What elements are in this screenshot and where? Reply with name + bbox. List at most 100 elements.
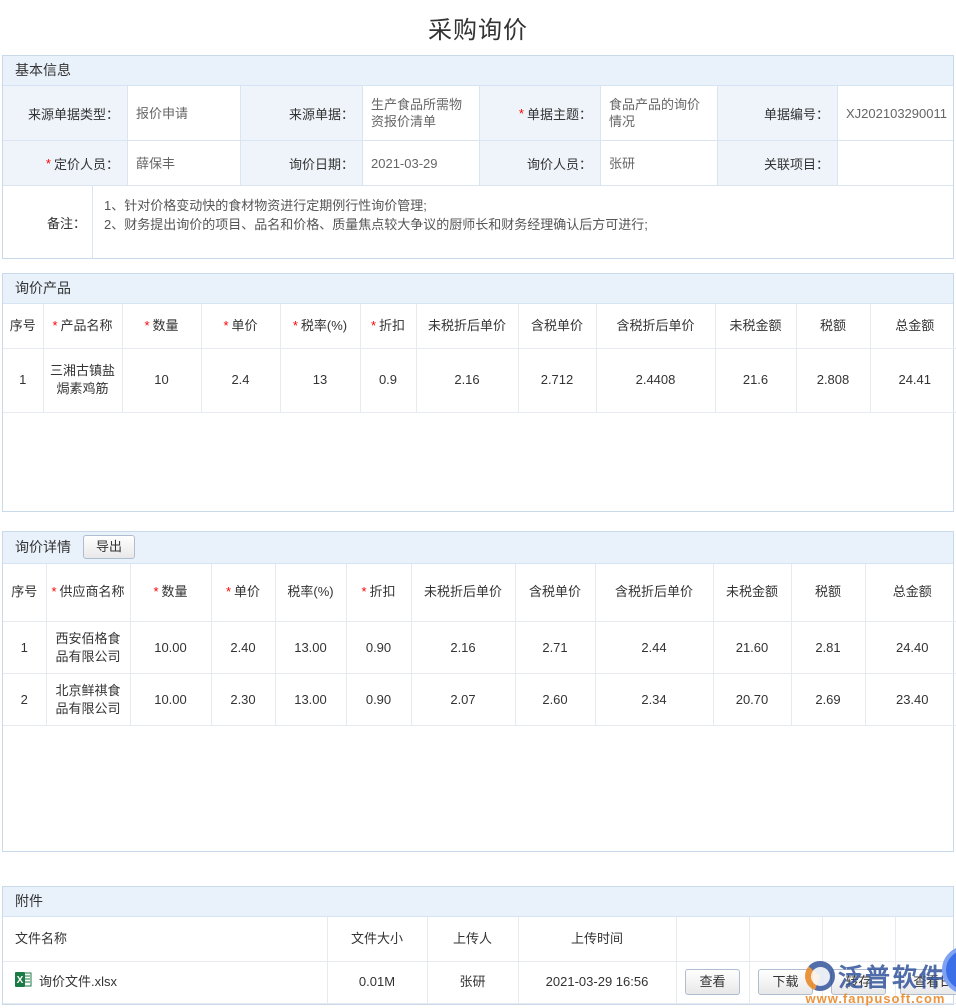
cell: 10.00 [130,622,211,674]
table-row: 1西安佰格食品有限公司10.002.4013.000.902.162.712.4… [3,622,956,674]
column-header: 含税折后单价 [596,304,715,348]
column-header: 总金额 [870,304,956,348]
column-header: 含税单价 [515,564,595,622]
required-asterisk: * [52,318,57,333]
header-row: 序号*供应商名称*数量*单价税率(%)*折扣未税折后单价含税单价含税折后单价未税… [3,564,956,622]
cell: 21.6 [715,348,796,412]
table-row: 1三湘古镇盐焗素鸡筋102.4130.92.162.7122.440821.62… [3,348,956,412]
basic-info-section-title: 基本信息 [3,56,953,86]
cell: 23.40 [865,674,956,726]
cell: 13.00 [275,674,346,726]
file-size-cell: 0.01M [327,961,427,1003]
view-button[interactable]: 查看 [685,969,739,995]
column-header: 上传人 [427,917,518,961]
column-header: *单价 [211,564,275,622]
column-header: *折扣 [360,304,416,348]
cell: 0.9 [360,348,416,412]
cell: 2.16 [411,622,515,674]
column-header: *单价 [201,304,280,348]
cell: 13 [280,348,360,412]
file-name-wrap: X 询价文件.xlsx [15,971,323,993]
cell: 西安佰格食品有限公司 [46,622,130,674]
svg-text:X: X [17,975,24,986]
field-label-5: 询价日期： [241,141,363,186]
column-header: 含税折后单价 [595,564,713,622]
field-label-6: 询价人员： [480,141,601,186]
export-button[interactable]: 导出 [83,535,135,559]
products-section-title: 询价产品 [3,274,953,304]
column-header: 税额 [791,564,865,622]
field-label-7: 关联项目： [718,141,838,186]
column-header: 总金额 [865,564,956,622]
header-row: 序号*产品名称*数量*单价*税率(%)*折扣未税折后单价含税单价含税折后单价未税… [3,304,956,348]
required-asterisk: * [144,318,149,333]
cell: 2.4 [201,348,280,412]
field-label-4: *定价人员： [3,141,128,186]
field-value-6: 张研 [601,141,718,186]
cell: 2.71 [515,622,595,674]
remark-line-1: 1、针对价格变动快的食材物资进行定期例行性询价管理; [104,196,945,215]
remark-line-2: 2、财务提出询价的项目、品名和价格、质量焦点较大争议的厨师长和财务经理确认后方可… [104,215,945,234]
cell: 13.00 [275,622,346,674]
cell: 21.60 [713,622,791,674]
cell: 北京鲜祺食品有限公司 [46,674,130,726]
cell: 2.808 [796,348,870,412]
cell: 三湘古镇盐焗素鸡筋 [43,348,122,412]
cell: 2.30 [211,674,275,726]
cell: 2.4408 [596,348,715,412]
column-header: 文件名称 [3,917,327,961]
field-value-1: 生产食品所需物资报价清单 [363,86,480,141]
cell: 2.81 [791,622,865,674]
field-value-2: 食品产品的询价情况 [601,86,718,141]
cell: 24.40 [865,622,956,674]
upload-time-cell: 2021-03-29 16:56 [518,961,676,1003]
column-header: 未税折后单价 [416,304,518,348]
required-asterisk: * [153,584,158,599]
field-value-5: 2021-03-29 [363,141,480,186]
field-label-0: 来源单据类型： [3,86,128,141]
excel-icon: X [15,971,32,993]
cell: 2.60 [515,674,595,726]
basic-info-panel: 基本信息 来源单据类型：报价申请来源单据：生产食品所需物资报价清单*单据主题：食… [2,55,954,259]
column-header: 未税金额 [715,304,796,348]
column-header: 税率(%) [275,564,346,622]
products-empty-area [3,413,953,511]
products-table: 序号*产品名称*数量*单价*税率(%)*折扣未税折后单价含税单价含税折后单价未税… [3,304,956,413]
details-section-header: 询价详情 导出 [3,532,953,564]
column-header: 序号 [3,304,43,348]
action-cell: 下载 [749,961,822,1003]
column-header [676,917,749,961]
cell: 1 [3,348,43,412]
inquiry-products-panel: 询价产品 序号*产品名称*数量*单价*税率(%)*折扣未税折后单价含税单价含税折… [2,273,954,512]
column-header: *折扣 [346,564,411,622]
column-header: 上传时间 [518,917,676,961]
field-label-2: *单据主题： [480,86,601,141]
page-title: 采购询价 [0,0,956,55]
required-asterisk: * [293,318,298,333]
download-button[interactable]: 下载 [758,969,812,995]
field-value-4: 薛保丰 [128,141,241,186]
remark-text: 1、针对价格变动快的食材物资进行定期例行性询价管理; 2、财务提出询价的项目、品… [93,186,953,258]
file-name: 询价文件.xlsx [39,973,117,991]
cell: 2.69 [791,674,865,726]
details-empty-area [3,726,953,851]
attachments-section-title: 附件 [3,887,953,917]
field-label-3: 单据编号： [718,86,838,141]
column-header: *数量 [130,564,211,622]
cell: 10 [122,348,201,412]
cell: 2.40 [211,622,275,674]
required-asterisk: * [361,584,366,599]
cell: 0.90 [346,622,411,674]
required-asterisk: * [51,584,56,599]
transfer-button[interactable]: 转存 [831,969,885,995]
column-header [822,917,895,961]
required-asterisk: * [223,318,228,333]
column-header: 未税折后单价 [411,564,515,622]
cell: 10.00 [130,674,211,726]
cell: 2.712 [518,348,596,412]
file-name-cell: X 询价文件.xlsx [3,961,327,1003]
field-label-1: 来源单据： [241,86,363,141]
column-header: *供应商名称 [46,564,130,622]
attachment-row: X询价文件.xlsx0.01M张研2021-03-29 16:56查看下载转存查… [3,961,956,1003]
inquiry-details-panel: 询价详情 导出 序号*供应商名称*数量*单价税率(%)*折扣未税折后单价含税单价… [2,531,954,853]
